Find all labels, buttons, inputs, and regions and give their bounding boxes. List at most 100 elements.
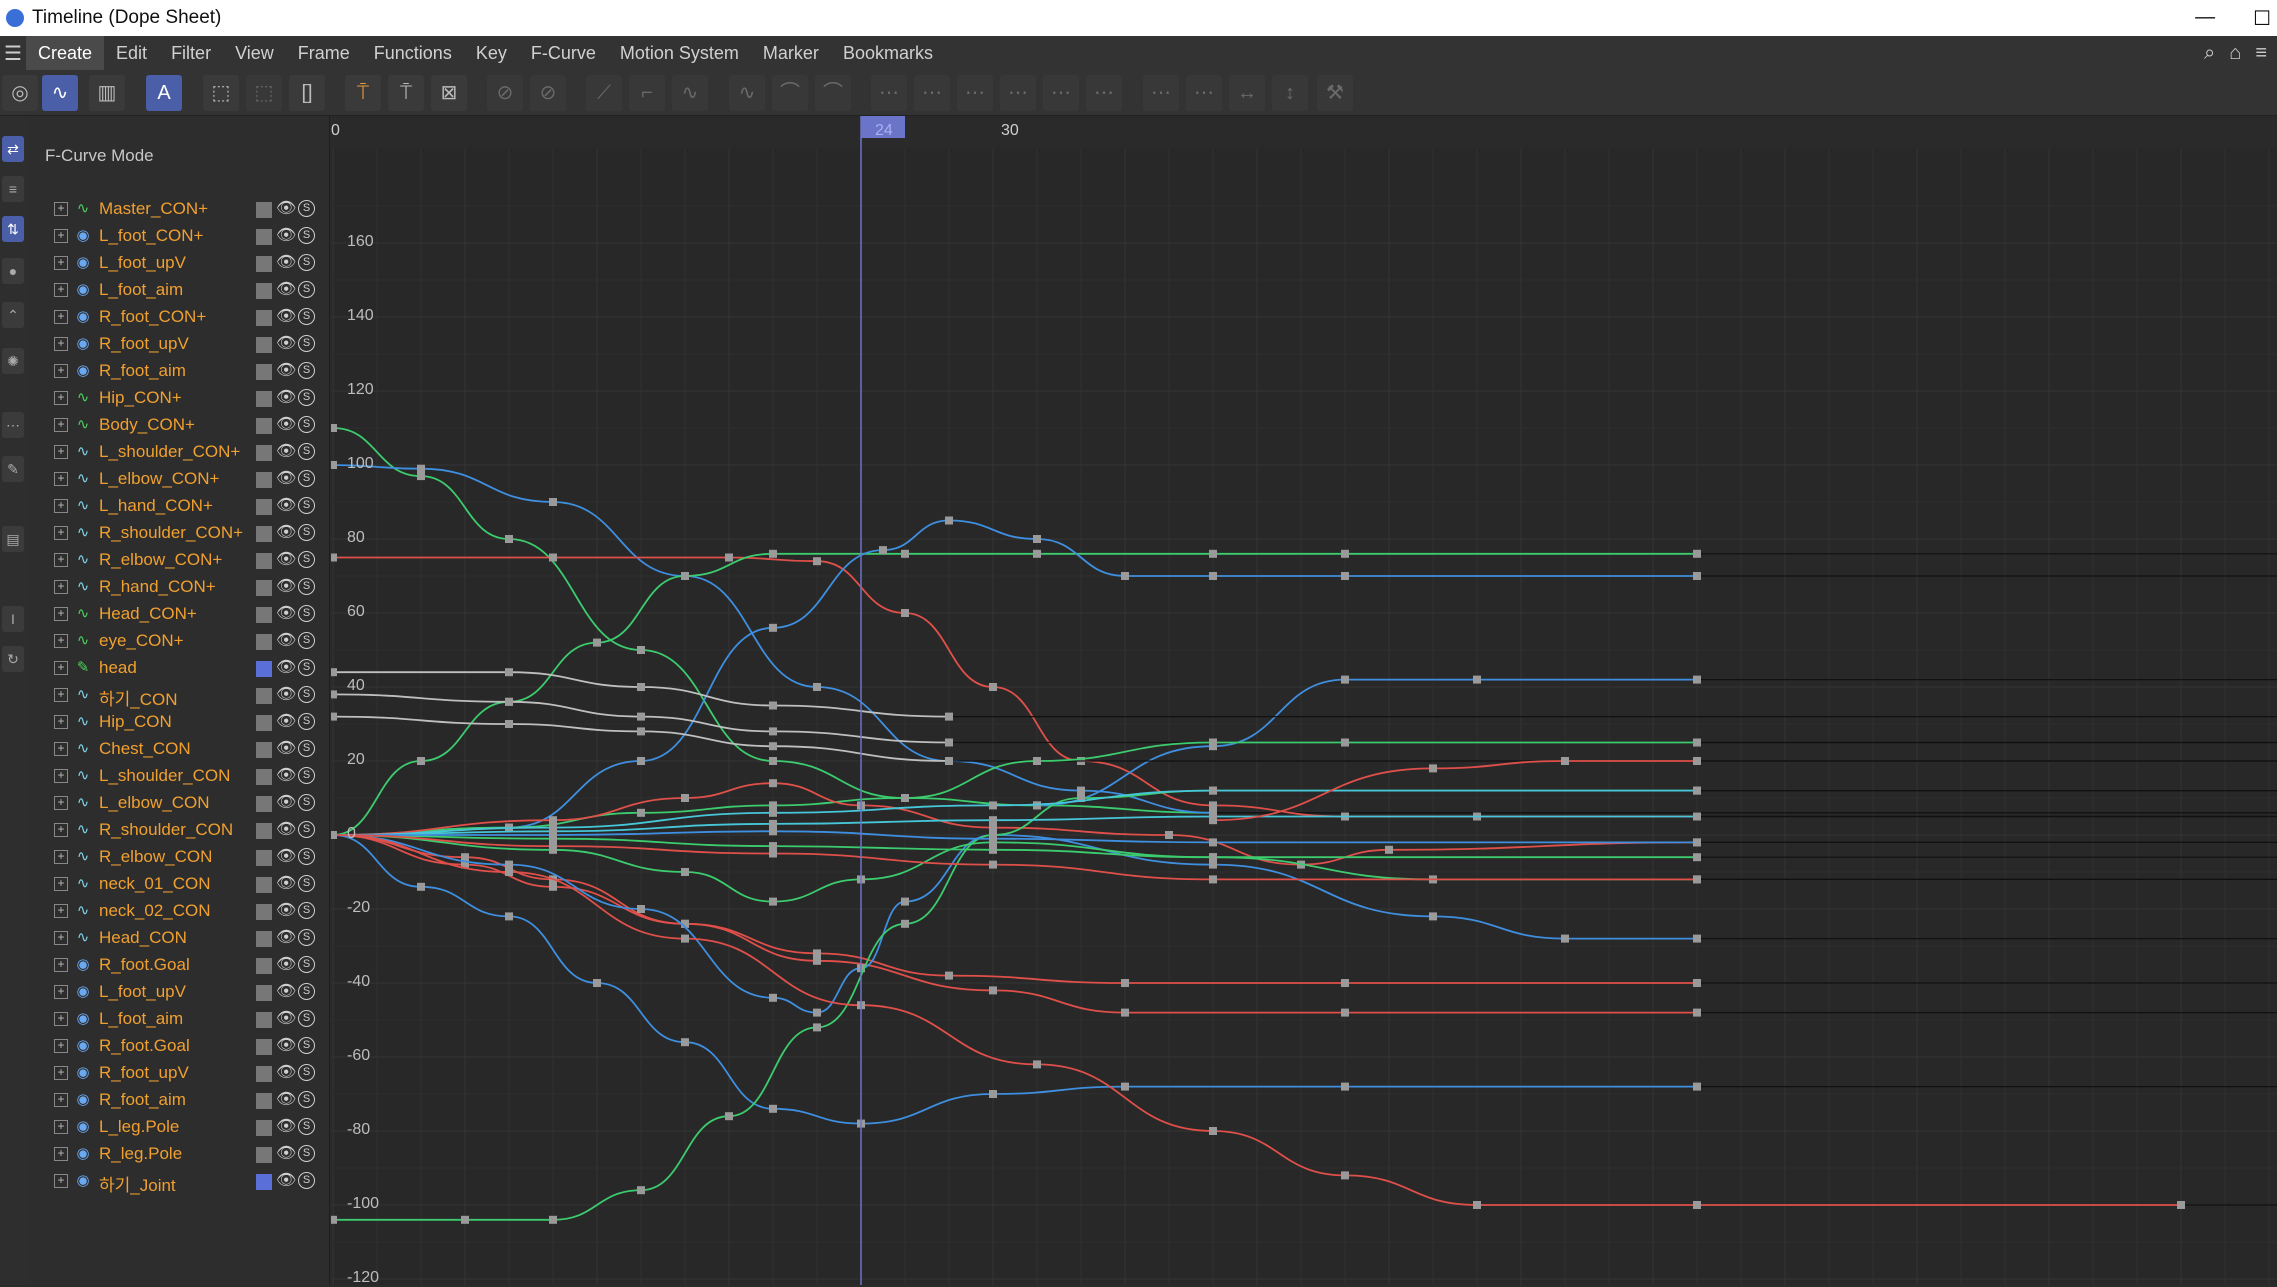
fcurve-key[interactable]	[901, 897, 909, 906]
fcurve-key[interactable]	[549, 498, 557, 506]
fcurve-key[interactable]	[813, 956, 821, 965]
tree-row[interactable]: + ∿ Hip_CON+ 👁 S	[28, 385, 330, 412]
solo-icon[interactable]: S	[298, 632, 315, 649]
fcurve-key[interactable]	[725, 1112, 733, 1121]
snap-button[interactable]: ⋯	[1186, 75, 1222, 111]
fcurve-line[interactable]	[332, 782, 1698, 866]
fcurve-key[interactable]	[1033, 1060, 1041, 1069]
spline-interp-button[interactable]: ∿	[672, 75, 708, 111]
add-key-button[interactable]: ⍑	[388, 75, 424, 111]
tree-row[interactable]: + ∿ L_elbow_CON+ 👁 S	[28, 466, 330, 493]
expand-icon[interactable]: +	[54, 256, 68, 270]
fcurve-key[interactable]	[769, 1104, 777, 1113]
zero-angle-button[interactable]: ⊘	[487, 75, 523, 111]
fcurve-key[interactable]	[1121, 572, 1129, 580]
clamp-button[interactable]: ⋯	[1086, 75, 1122, 111]
fcurve-key[interactable]	[1121, 1008, 1129, 1017]
fcurve-key[interactable]	[1693, 738, 1701, 747]
fcurve-key[interactable]	[1209, 838, 1217, 847]
fcurve-key[interactable]	[989, 801, 997, 810]
visibility-eye-icon[interactable]: 👁	[276, 927, 296, 947]
fcurve-key[interactable]	[637, 905, 645, 913]
visibility-eye-icon[interactable]: 👁	[276, 252, 296, 272]
visibility-eye-icon[interactable]: 👁	[276, 738, 296, 758]
expand-icon[interactable]: +	[54, 310, 68, 324]
solo-icon[interactable]: S	[298, 524, 315, 541]
fcurve-key[interactable]	[461, 853, 469, 862]
solo-icon[interactable]: S	[298, 389, 315, 406]
fcurve-key[interactable]	[1473, 1201, 1481, 1209]
fcurve-line[interactable]	[332, 834, 1697, 1014]
fcurve-key[interactable]	[1209, 816, 1217, 825]
lock-time-button[interactable]: ⋯	[871, 75, 907, 111]
layer-color-swatch[interactable]	[256, 1039, 272, 1055]
fcurve-key[interactable]	[1209, 738, 1217, 747]
expand-icon[interactable]: +	[54, 850, 68, 864]
fcurve-key[interactable]	[1693, 979, 1701, 987]
solo-icon[interactable]: S	[298, 875, 315, 892]
fcurve-key[interactable]	[769, 849, 777, 858]
fcurve-key[interactable]	[769, 827, 777, 836]
visibility-eye-icon[interactable]: 👁	[276, 1116, 296, 1136]
fcurve-key[interactable]	[505, 868, 513, 876]
fcurve-key[interactable]	[331, 690, 337, 699]
layer-color-swatch[interactable]	[256, 1012, 272, 1028]
tree-row[interactable]: + ∿ Head_CON+ 👁 S	[28, 601, 330, 628]
fcurve-key[interactable]	[1033, 549, 1041, 558]
fcurve-key[interactable]	[331, 1215, 337, 1224]
fcurve-key[interactable]	[1209, 786, 1217, 795]
frame-selected-button[interactable]: ⬚	[246, 75, 282, 111]
fcurve-key[interactable]	[1209, 853, 1217, 862]
expand-icon[interactable]: +	[54, 607, 68, 621]
scale-time-button[interactable]: ↔	[1229, 75, 1265, 111]
filter-icon[interactable]: ≡	[2255, 42, 2267, 65]
key-icon[interactable]: ⋯	[2, 412, 24, 438]
fcurve-key[interactable]	[549, 831, 557, 839]
expand-icon[interactable]: +	[54, 904, 68, 918]
solo-icon[interactable]: S	[298, 659, 315, 676]
fcurve-key[interactable]	[417, 464, 425, 473]
expand-icon[interactable]: +	[54, 1174, 68, 1188]
fcurve-mode-button[interactable]: ∿	[42, 75, 78, 111]
fcurve-key[interactable]	[1693, 838, 1701, 847]
menu-f-curve[interactable]: F-Curve	[519, 36, 608, 70]
solo-icon[interactable]: S	[298, 1118, 315, 1135]
tree-row[interactable]: + ∿ 하기_CON 👁 S	[28, 682, 330, 709]
visibility-eye-icon[interactable]: 👁	[276, 792, 296, 812]
tree-row[interactable]: + ◉ 하기_Joint 👁 S	[28, 1168, 330, 1195]
fcurve-key[interactable]	[989, 683, 997, 691]
layer-color-swatch[interactable]	[256, 850, 272, 866]
search-icon[interactable]: ⌕	[2204, 42, 2215, 65]
fcurve-key[interactable]	[1693, 1008, 1701, 1017]
layer-color-swatch[interactable]	[256, 472, 272, 488]
layer-color-swatch[interactable]	[256, 769, 272, 785]
visibility-eye-icon[interactable]: 👁	[276, 360, 296, 380]
menu-marker[interactable]: Marker	[751, 36, 831, 70]
fcurve-key[interactable]	[1693, 853, 1701, 862]
fcurve-key[interactable]	[1429, 912, 1437, 921]
visibility-eye-icon[interactable]: 👁	[276, 711, 296, 731]
brush-icon[interactable]: ✎	[2, 456, 24, 482]
fcurve-key[interactable]	[681, 1038, 689, 1047]
fcurve-key[interactable]	[945, 712, 953, 721]
tree-row[interactable]: + ∿ Head_CON 👁 S	[28, 925, 330, 952]
fcurve-key[interactable]	[331, 831, 337, 839]
menu-create[interactable]: Create	[26, 36, 105, 70]
collapse-icon[interactable]: ⌃	[2, 302, 24, 328]
fcurve-key[interactable]	[505, 697, 513, 706]
fcurve-key[interactable]	[1341, 549, 1349, 558]
fcurve-key[interactable]	[769, 842, 777, 851]
fcurve-key[interactable]	[505, 720, 513, 728]
fcurve-key[interactable]	[331, 712, 337, 721]
dope-sheet-mode-button[interactable]: ◎	[2, 75, 38, 111]
fcurve-key[interactable]	[331, 461, 337, 469]
fcurve-key[interactable]	[1341, 1008, 1349, 1017]
expand-icon[interactable]: +	[54, 634, 68, 648]
tree-row[interactable]: + ◉ R_foot_CON+ 👁 S	[28, 304, 330, 331]
expand-icon[interactable]: +	[54, 337, 68, 351]
tree-row[interactable]: + ∿ R_shoulder_CON+ 👁 S	[28, 520, 330, 547]
fcurve-key[interactable]	[549, 1215, 557, 1224]
fcurve-key[interactable]	[505, 860, 513, 869]
expand-icon[interactable]: +	[54, 418, 68, 432]
visibility-eye-icon[interactable]: 👁	[276, 387, 296, 407]
